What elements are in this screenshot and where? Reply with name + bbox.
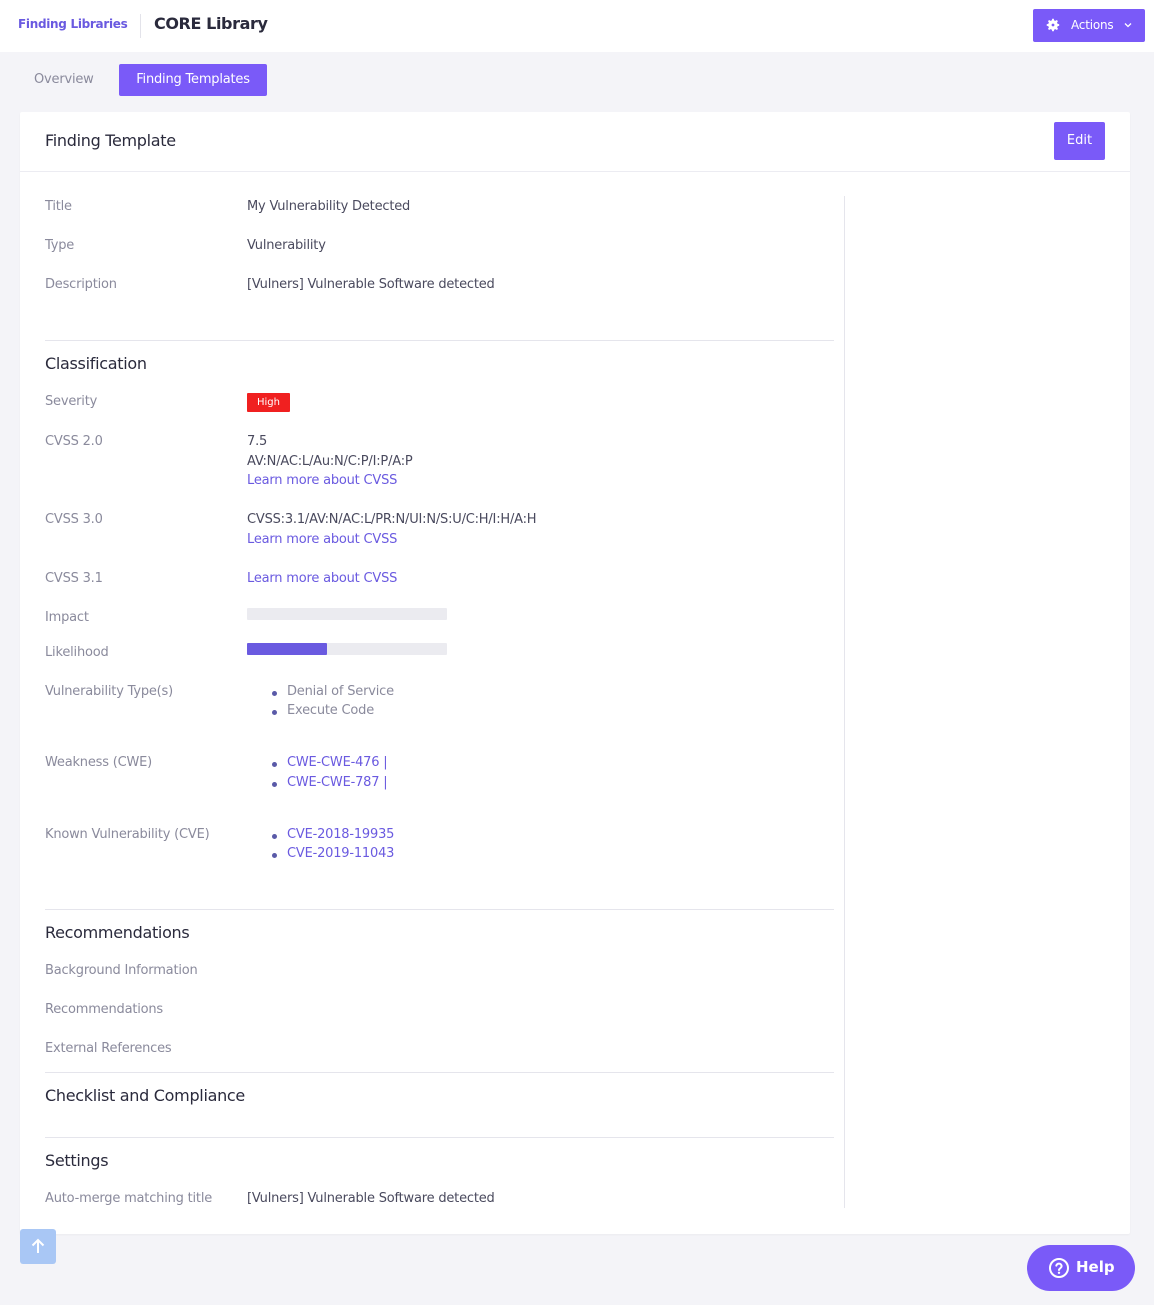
recommendations-heading: Recommendations [45, 923, 190, 942]
question-circle-icon [1049, 1258, 1069, 1278]
cvss20-label: CVSS 2.0 [45, 434, 103, 449]
help-label: Help [1076, 1258, 1115, 1276]
cwe-link[interactable]: CWE-CWE-787 | [271, 775, 388, 790]
likelihood-label: Likelihood [45, 645, 109, 660]
description-value: [Vulners] Vulnerable Software detected [247, 277, 495, 292]
scroll-to-top-button[interactable] [20, 1229, 56, 1264]
section-divider [45, 340, 834, 341]
chevron-down-icon [1124, 23, 1132, 28]
actions-button[interactable]: Actions [1033, 9, 1145, 42]
title-label: Title [45, 199, 72, 214]
impact-bar [247, 608, 447, 620]
cvss20-score: 7.5 [247, 434, 268, 449]
cve-label: Known Vulnerability (CVE) [45, 827, 210, 842]
help-button[interactable]: Help [1027, 1245, 1135, 1291]
cvss31-label: CVSS 3.1 [45, 571, 103, 586]
gear-icon [1046, 18, 1060, 32]
type-value: Vulnerability [247, 238, 326, 253]
title-value: My Vulnerability Detected [247, 199, 411, 214]
arrow-up-icon [31, 1238, 45, 1253]
edit-button[interactable]: Edit [1054, 122, 1105, 160]
breadcrumb-finding-libraries[interactable]: Finding Libraries [18, 17, 128, 31]
description-label: Description [45, 277, 117, 292]
impact-label: Impact [45, 610, 89, 625]
severity-badge: High [247, 393, 290, 412]
section-divider [45, 1072, 834, 1073]
list-item: Denial of Service [272, 684, 394, 699]
likelihood-bar [247, 643, 447, 655]
cwe-link[interactable]: CWE-CWE-476 | [271, 755, 388, 770]
column-divider [844, 196, 845, 1208]
cvss30-vector: CVSS:3.1/AV:N/AC:L/PR:N/UI:N/S:U/C:H/I:H… [247, 512, 537, 527]
type-label: Type [45, 238, 75, 253]
cve-link[interactable]: CVE-2018-19935 [271, 827, 394, 842]
auto-merge-label: Auto-merge matching title [45, 1191, 213, 1206]
recommendations-label: Recommendations [45, 1002, 164, 1017]
card-header: Finding Template Edit [20, 112, 1130, 172]
cvss30-label: CVSS 3.0 [45, 512, 103, 527]
actions-label: Actions [1071, 18, 1114, 32]
external-references-label: External References [45, 1041, 172, 1056]
page-title: CORE Library [154, 14, 268, 33]
section-divider [45, 909, 834, 910]
cvss30-learn-more-link[interactable]: Learn more about CVSS [247, 532, 397, 547]
cvss20-learn-more-link[interactable]: Learn more about CVSS [247, 473, 397, 488]
severity-label: Severity [45, 394, 98, 409]
cve-link[interactable]: CVE-2019-11043 [271, 846, 394, 861]
classification-heading: Classification [45, 354, 147, 373]
tab-overview[interactable]: Overview [22, 64, 106, 96]
top-bar: Finding Libraries CORE Library Actions [0, 0, 1154, 52]
checklist-heading: Checklist and Compliance [45, 1086, 245, 1105]
cvss20-vector: AV:N/AC:L/Au:N/C:P/I:P/A:P [247, 454, 413, 469]
section-divider [45, 1137, 834, 1138]
vulnerability-types-label: Vulnerability Type(s) [45, 684, 173, 699]
cvss31-learn-more-link[interactable]: Learn more about CVSS [247, 571, 397, 586]
cwe-label: Weakness (CWE) [45, 755, 152, 770]
likelihood-bar-fill [247, 643, 327, 655]
tab-finding-templates[interactable]: Finding Templates [119, 64, 267, 96]
card-title: Finding Template [45, 131, 176, 150]
auto-merge-value: [Vulners] Vulnerable Software detected [247, 1191, 495, 1206]
settings-heading: Settings [45, 1151, 109, 1170]
background-information-label: Background Information [45, 963, 198, 978]
list-item: Execute Code [271, 703, 375, 718]
finding-template-card: Finding Template Edit Title My Vulnerabi… [20, 112, 1130, 1234]
breadcrumb-divider [140, 14, 141, 38]
